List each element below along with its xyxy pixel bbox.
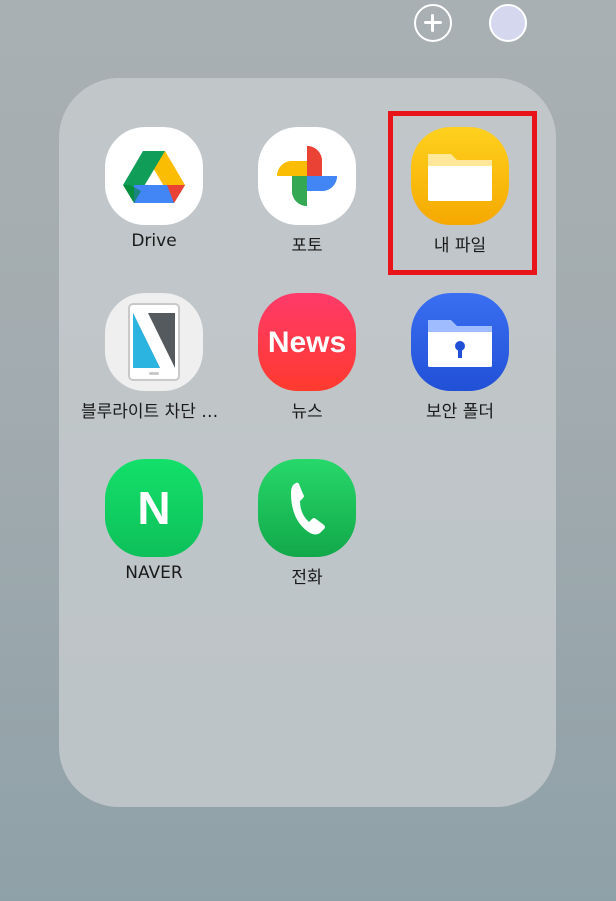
app-secure-folder[interactable]: 보안 폴더	[385, 293, 535, 422]
color-swatch-button[interactable]	[489, 4, 527, 42]
app-news[interactable]: News 뉴스	[232, 293, 382, 422]
highlight-box	[388, 111, 537, 275]
news-icon: News	[258, 293, 356, 391]
app-label: 블루라이트 차단 스...	[81, 402, 229, 422]
app-label: Drive	[131, 231, 177, 251]
app-label: NAVER	[125, 563, 183, 583]
plus-circle-icon[interactable]	[414, 4, 452, 42]
app-photos[interactable]: 포토	[232, 127, 382, 256]
news-icon-text: News	[268, 326, 346, 359]
app-label: 포토	[291, 236, 323, 256]
app-label: 보안 폴더	[426, 402, 494, 422]
app-phone[interactable]: 전화	[232, 459, 382, 588]
app-label: 전화	[291, 568, 323, 588]
app-label: 뉴스	[291, 402, 323, 422]
secure-folder-icon	[411, 293, 509, 391]
app-drive[interactable]: Drive	[79, 127, 229, 251]
naver-icon-text: N	[137, 482, 170, 534]
phone-icon	[258, 459, 356, 557]
google-photos-icon	[258, 127, 356, 225]
blue-light-filter-icon	[105, 293, 203, 391]
naver-icon: N	[105, 459, 203, 557]
google-drive-icon	[105, 127, 203, 225]
app-blue-light-filter[interactable]: 블루라이트 차단 스...	[79, 293, 229, 422]
app-naver[interactable]: N NAVER	[79, 459, 229, 583]
